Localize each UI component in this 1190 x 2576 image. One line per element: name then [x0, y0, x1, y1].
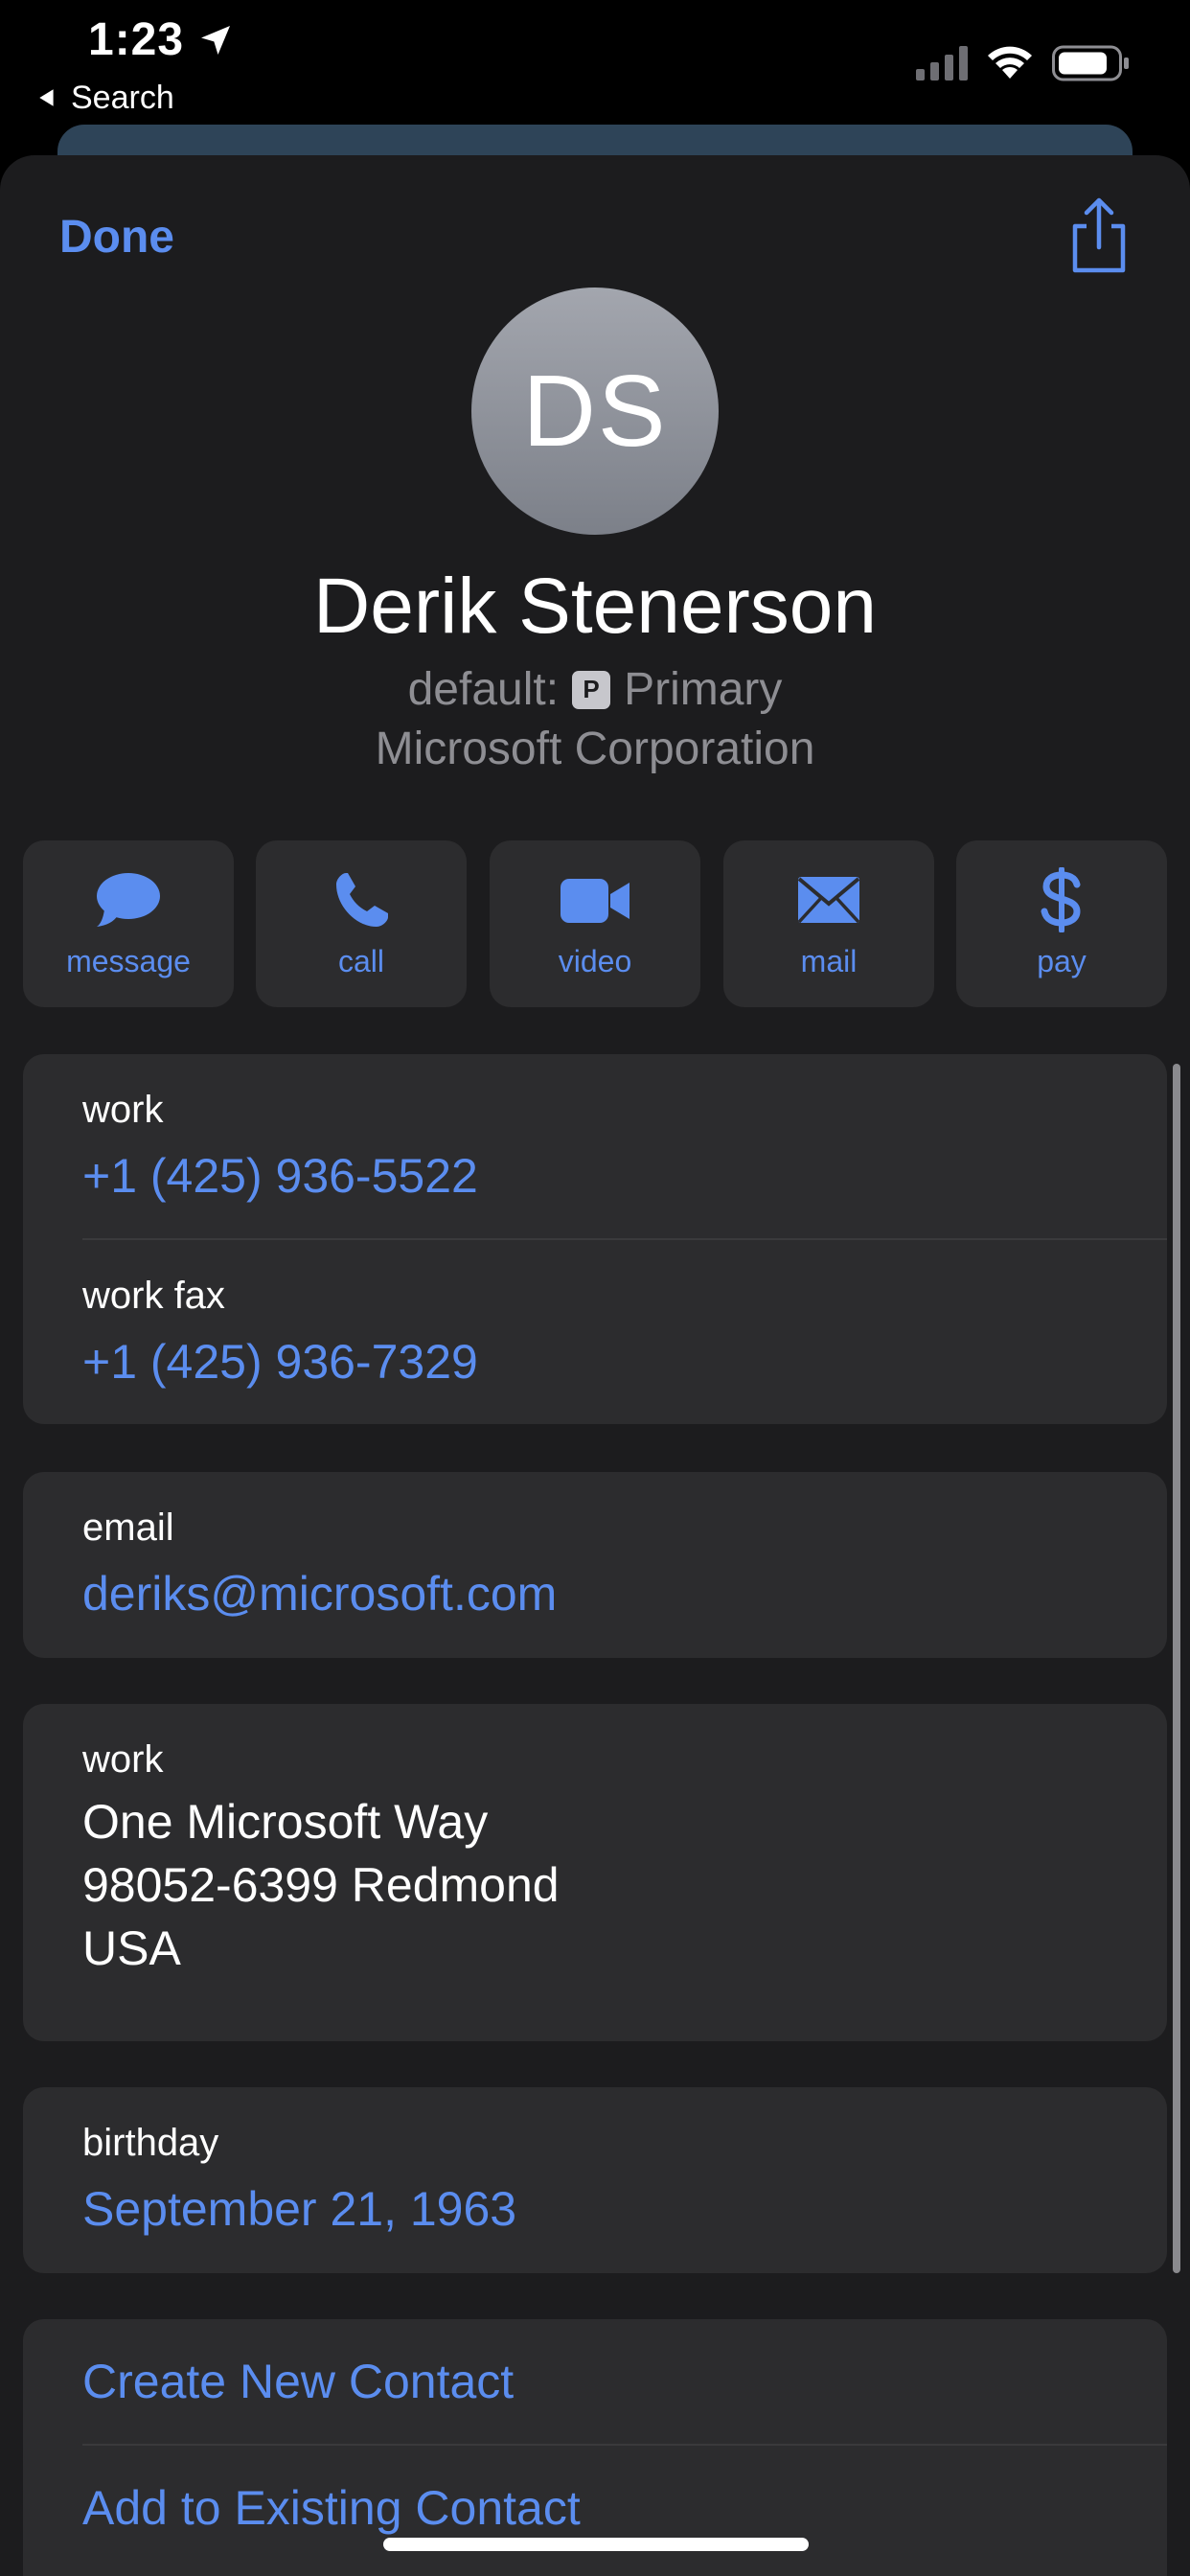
pay-button[interactable]: pay	[956, 840, 1167, 1007]
phone-label: work	[82, 1089, 164, 1131]
battery-icon	[1052, 45, 1129, 81]
default-value: Primary	[624, 664, 783, 715]
default-account-line: default: P Primary	[0, 663, 1190, 716]
contact-screen: 1:23 Search Done DS Derik Stenerson defa…	[0, 0, 1190, 2576]
address-card[interactable]: work One Microsoft Way 98052-6399 Redmon…	[23, 1704, 1167, 2041]
email-label: email	[82, 1506, 174, 1549]
address-line-1: One Microsoft Way	[82, 1795, 489, 1849]
birthday-value[interactable]: September 21, 1963	[82, 2181, 516, 2237]
call-label: call	[337, 944, 384, 978]
done-button[interactable]: Done	[59, 211, 174, 264]
video-label: video	[558, 944, 632, 978]
phone-label: work fax	[82, 1275, 225, 1317]
birthday-card[interactable]: birthday September 21, 1963	[23, 2087, 1167, 2273]
share-icon[interactable]	[1065, 197, 1133, 274]
status-bar: 1:23 Search	[0, 0, 1190, 125]
address-line-2: 98052-6399 Redmond	[82, 1858, 560, 1912]
dollar-icon	[1041, 867, 1081, 932]
envelope-icon	[797, 877, 860, 924]
call-button[interactable]: call	[256, 840, 467, 1007]
location-arrow-icon	[201, 26, 230, 55]
back-link-label: Search	[71, 79, 174, 116]
contact-name: Derik Stenerson	[313, 563, 877, 650]
video-button[interactable]: video	[490, 840, 700, 1007]
primary-badge-icon: P	[572, 670, 611, 709]
video-camera-icon	[561, 879, 629, 923]
message-button[interactable]: message	[23, 840, 234, 1007]
company-name: Microsoft Corporation	[375, 724, 815, 774]
phone-value[interactable]: +1 (425) 936-5522	[82, 1148, 478, 1204]
row-divider	[82, 2444, 1167, 2446]
back-triangle-icon	[39, 89, 54, 106]
back-to-search-link[interactable]: Search	[36, 79, 174, 117]
message-label: message	[66, 944, 191, 978]
phone-value[interactable]: +1 (425) 936-7329	[82, 1334, 478, 1390]
add-to-existing-contact-button[interactable]: Add to Existing Contact	[82, 2480, 581, 2536]
status-time: 1:23	[88, 14, 185, 65]
cellular-signal-icon	[916, 46, 968, 80]
quick-actions: message call video mail pay	[23, 840, 1167, 1007]
mail-label: mail	[800, 944, 858, 978]
pay-label: pay	[1037, 944, 1087, 978]
email-value[interactable]: deriks@microsoft.com	[82, 1566, 557, 1622]
birthday-label: birthday	[82, 2122, 219, 2164]
default-prefix: default:	[407, 664, 560, 715]
address-label: work	[82, 1738, 164, 1781]
phone-numbers-card: work +1 (425) 936-5522 work fax +1 (425)…	[23, 1054, 1167, 1424]
email-card[interactable]: email deriks@microsoft.com	[23, 1472, 1167, 1658]
home-indicator[interactable]	[383, 2538, 809, 2551]
contact-avatar[interactable]: DS	[471, 288, 719, 535]
address-line-3: USA	[82, 1921, 181, 1975]
mail-button[interactable]: mail	[723, 840, 934, 1007]
message-bubble-icon	[97, 873, 160, 927]
wifi-icon	[988, 46, 1032, 79]
row-divider	[82, 1238, 1167, 1240]
phone-icon	[336, 873, 388, 927]
create-new-contact-button[interactable]: Create New Contact	[82, 2354, 514, 2409]
scrollbar[interactable]	[1173, 1064, 1180, 2273]
